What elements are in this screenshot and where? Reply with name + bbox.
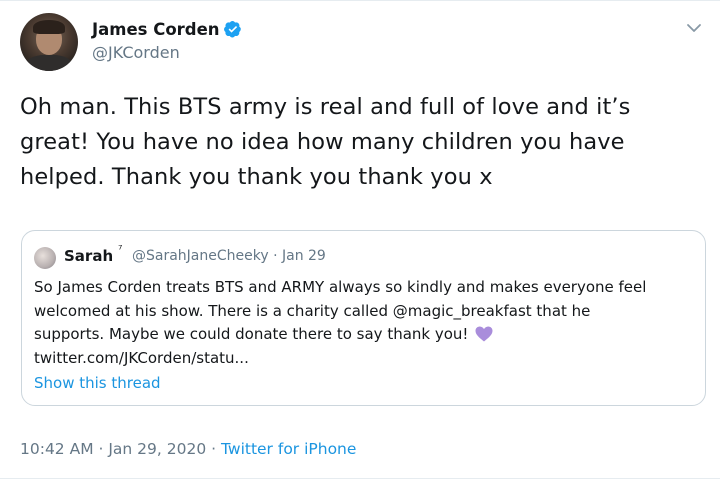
tweet-timestamp[interactable]: 10:42 AM · Jan 29, 2020 · <box>20 440 221 458</box>
top-divider <box>0 0 720 1</box>
quoted-author-name: Sarah <box>64 247 114 265</box>
quoted-tweet-line: welcomed at his show. There is a charity… <box>34 301 591 320</box>
show-thread-link[interactable]: Show this thread <box>34 374 161 392</box>
quoted-author-avatar <box>34 247 56 269</box>
author-names: James Corden @JKCorden <box>92 20 242 62</box>
quoted-tweet-line-text: supports. Maybe we could donate there to… <box>34 325 469 343</box>
chevron-down-icon[interactable] <box>686 22 702 34</box>
purple-heart-icon <box>475 326 493 342</box>
author-display-name[interactable]: James Corden <box>92 20 220 39</box>
author-handle[interactable]: @JKCorden <box>92 43 242 62</box>
tweet-metadata: 10:42 AM · Jan 29, 2020 · Twitter for iP… <box>20 440 356 458</box>
bottom-divider <box>0 478 720 479</box>
quoted-author-handle-date: @SarahJaneCheeky · Jan 29 <box>132 248 326 264</box>
quoted-tweet-line: supports. Maybe we could donate there to… <box>34 323 694 347</box>
tweet-text: Oh man. This BTS army is real and full o… <box>20 94 631 190</box>
quoted-tweet-line: So James Corden treats BTS and ARMY alwa… <box>34 278 647 296</box>
quoted-author-name-suffix: ⁷ <box>118 243 123 256</box>
author-avatar[interactable] <box>20 13 78 71</box>
tweet-card: James Corden @JKCorden Oh man. This BTS … <box>0 0 720 481</box>
verified-badge-icon <box>223 20 241 38</box>
quoted-tweet-line: twitter.com/JKCorden/statu... <box>34 348 249 367</box>
quoted-tweet-text: So James Corden treats BTS and ARMY alwa… <box>34 276 694 370</box>
tweet-source-link[interactable]: Twitter for iPhone <box>221 440 356 458</box>
quoted-tweet[interactable]: Sarah ⁷ @SarahJaneCheeky · Jan 29 So Jam… <box>21 230 706 406</box>
